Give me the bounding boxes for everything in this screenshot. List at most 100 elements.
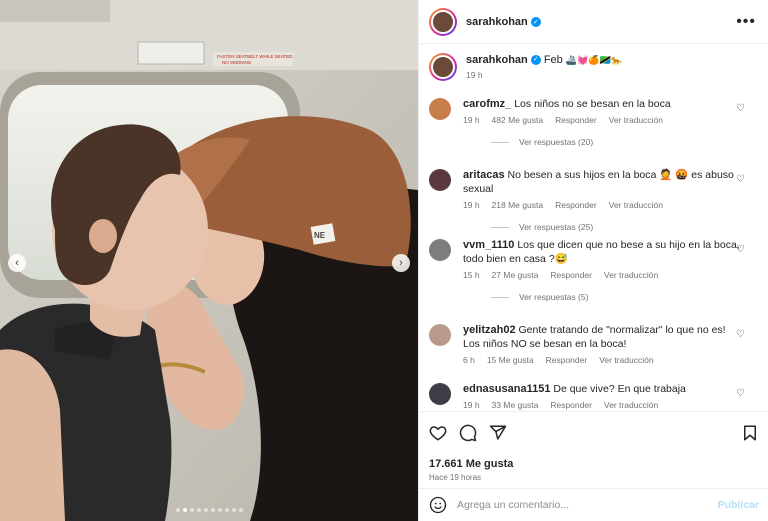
post-actions: 17.661 Me gusta Hace 19 horas (419, 411, 768, 482)
likes-count[interactable]: 17.661 Me gusta (429, 458, 759, 470)
comment-username[interactable]: vvm_1110 (463, 239, 514, 251)
avatar[interactable] (429, 239, 451, 261)
view-replies-label: Ver respuestas (5) (519, 292, 589, 302)
comment-line: ednasusana1151 De que vive? En que traba… (463, 382, 745, 396)
caption-body: sarahkohan ✓ Feb 🚢💓🍊🇹🇿🐆 19 h (466, 53, 622, 81)
view-replies-button[interactable]: Ver respuestas (5) (491, 292, 745, 302)
heart-icon[interactable] (429, 424, 447, 442)
comment-text: De que vive? En que trabaja (553, 383, 686, 395)
reply-button[interactable]: Responder (550, 400, 592, 410)
comment-meta: 19 h 482 Me gusta Responder Ver traducci… (463, 115, 745, 125)
comment-username[interactable]: aritacas (463, 169, 505, 181)
replies-divider (491, 296, 509, 298)
post-caption: sarahkohan ✓ Feb 🚢💓🍊🇹🇿🐆 19 h (419, 45, 768, 81)
translate-button[interactable]: Ver traducción (599, 355, 653, 365)
carousel-dot (210, 508, 215, 512)
comment-item: carofmz_ Los niños no se besan en la boc… (419, 97, 755, 147)
translate-button[interactable]: Ver traducción (609, 200, 663, 210)
carousel-indicator (0, 508, 418, 512)
reply-button[interactable]: Responder (555, 115, 597, 125)
post-photo[interactable]: FASTEN SEATBELT WHILE SEATED NO SMOKING … (0, 0, 418, 521)
carousel-dot (224, 508, 229, 512)
more-horizontal-icon[interactable]: ••• (736, 13, 756, 31)
view-replies-button[interactable]: Ver respuestas (25) (491, 222, 745, 232)
comment-like-heart-icon[interactable]: ♡ (736, 244, 745, 255)
comment-input[interactable] (457, 499, 718, 511)
verified-badge-icon: ✓ (530, 16, 541, 27)
reply-button[interactable]: Responder (550, 270, 592, 280)
comment-icon[interactable] (459, 424, 477, 442)
caption-time: 19 h (466, 70, 483, 80)
smoking-sign: NO SMOKING (222, 60, 252, 65)
carousel-dot (203, 508, 208, 512)
action-row (429, 422, 759, 444)
caption-avatar[interactable] (429, 53, 457, 81)
carousel-dot (196, 508, 201, 512)
comment-body: vvm_1110 Los que dicen que no bese a su … (463, 238, 745, 302)
avatar[interactable] (429, 98, 451, 120)
emoji-icon[interactable] (429, 496, 447, 514)
seatbelt-sign: FASTEN SEATBELT WHILE SEATED (217, 54, 293, 59)
translate-button[interactable]: Ver traducción (604, 400, 658, 410)
replies-divider (491, 226, 509, 228)
chevron-left-icon: ‹ (15, 257, 19, 269)
comment-like-heart-icon[interactable]: ♡ (736, 174, 745, 185)
comment-meta: 6 h 15 Me gusta Responder Ver traducción (463, 355, 745, 365)
comment-likes[interactable]: 15 Me gusta (487, 355, 534, 365)
comment-item: yelitzah02 Gente tratando de "normalizar… (419, 323, 755, 365)
publish-button[interactable]: Publicar (718, 499, 759, 511)
comment-line: aritacas No besen a sus hijos en la boca… (463, 168, 745, 196)
comment-item: aritacas No besen a sus hijos en la boca… (419, 168, 755, 232)
bookmark-icon[interactable] (741, 424, 759, 442)
carousel-dot (238, 508, 243, 512)
post-header: sarahkohan ✓ ••• (419, 0, 768, 44)
view-replies-label: Ver respuestas (20) (519, 137, 594, 147)
add-comment-bar: Publicar (419, 488, 768, 521)
comment-item: vvm_1110 Los que dicen que no bese a su … (419, 238, 755, 302)
chevron-right-icon: › (399, 257, 403, 269)
caption-username[interactable]: sarahkohan (466, 54, 528, 66)
cap-logo: NE (314, 231, 326, 240)
comment-time: 19 h (463, 200, 480, 210)
replies-divider (491, 141, 509, 143)
comment-username[interactable]: ednasusana1151 (463, 383, 550, 395)
comment-meta: 19 h 218 Me gusta Responder Ver traducci… (463, 200, 745, 210)
comment-like-heart-icon[interactable]: ♡ (736, 329, 745, 340)
comment-like-heart-icon[interactable]: ♡ (736, 388, 745, 399)
avatar[interactable] (429, 169, 451, 191)
comment-line: carofmz_ Los niños no se besan en la boc… (463, 97, 745, 111)
translate-button[interactable]: Ver traducción (609, 115, 663, 125)
caption-emojis: 🚢💓🍊🇹🇿🐆 (565, 55, 622, 65)
comment-time: 15 h (463, 270, 480, 280)
comments-list[interactable]: sarahkohan ✓ Feb 🚢💓🍊🇹🇿🐆 19 h carofmz_ Los… (419, 45, 768, 411)
comment-username[interactable]: carofmz_ (463, 98, 511, 110)
avatar[interactable] (429, 324, 451, 346)
share-icon[interactable] (489, 424, 507, 442)
carousel-prev-button[interactable]: ‹ (8, 254, 26, 272)
comment-body: carofmz_ Los niños no se besan en la boc… (463, 97, 745, 147)
comment-likes[interactable]: 33 Me gusta (492, 400, 539, 410)
avatar[interactable] (429, 383, 451, 405)
comment-likes[interactable]: 482 Me gusta (492, 115, 544, 125)
reply-button[interactable]: Responder (546, 355, 588, 365)
comment-like-heart-icon[interactable]: ♡ (736, 103, 745, 114)
comment-line: vvm_1110 Los que dicen que no bese a su … (463, 238, 745, 266)
comment-body: aritacas No besen a sus hijos en la boca… (463, 168, 745, 232)
header-username[interactable]: sarahkohan (466, 16, 528, 28)
comment-likes[interactable]: 27 Me gusta (492, 270, 539, 280)
carousel-dot (189, 508, 194, 512)
photo-illustration: FASTEN SEATBELT WHILE SEATED NO SMOKING … (0, 0, 418, 521)
carousel-dot (175, 508, 180, 512)
comment-time: 19 h (463, 400, 480, 410)
comment-time: 6 h (463, 355, 475, 365)
comment-time: 19 h (463, 115, 480, 125)
avatar[interactable] (429, 7, 457, 36)
reply-button[interactable]: Responder (555, 200, 597, 210)
header-user: sarahkohan ✓ (466, 16, 541, 28)
translate-button[interactable]: Ver traducción (604, 270, 658, 280)
view-replies-button[interactable]: Ver respuestas (20) (491, 137, 745, 147)
instagram-post-view: FASTEN SEATBELT WHILE SEATED NO SMOKING … (0, 0, 768, 521)
comment-username[interactable]: yelitzah02 (463, 324, 516, 336)
comment-likes[interactable]: 218 Me gusta (492, 200, 544, 210)
carousel-next-button[interactable]: › (392, 254, 410, 272)
